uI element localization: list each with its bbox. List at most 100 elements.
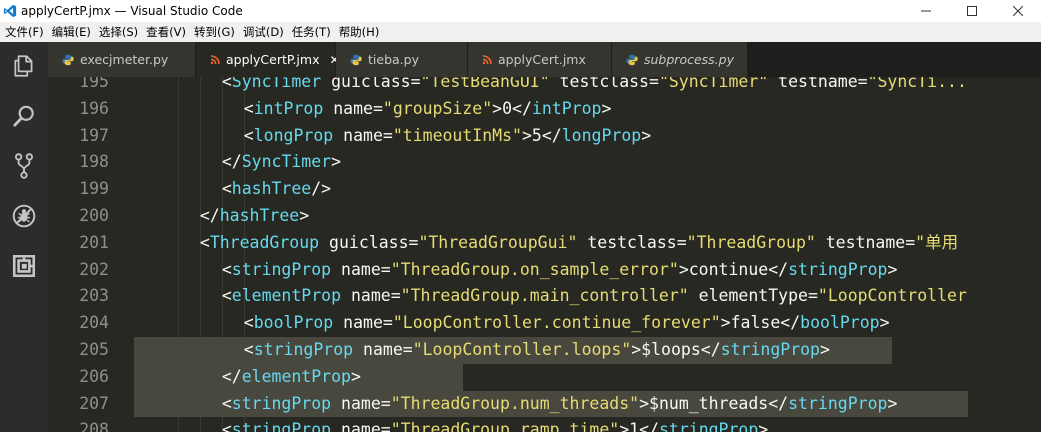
code-token: "timeoutInMs" [392, 125, 522, 145]
menu-item[interactable]: 文件(F) [0, 24, 48, 40]
menu-item[interactable]: 选择(S) [95, 24, 142, 40]
code-line[interactable]: 201 <ThreadGroup guiclass="ThreadGroupGui… [48, 230, 1041, 257]
code-token: </ [512, 98, 532, 118]
code-line[interactable]: 202 <stringProp name="ThreadGroup.on_samp… [48, 257, 1041, 284]
code-text: <stringProp name="ThreadGroup.on_sample_… [222, 257, 898, 284]
code-token: 0 [502, 98, 513, 118]
code-text: <stringProp name="LoopController.loops">… [244, 337, 830, 364]
maximize-button[interactable] [949, 0, 995, 22]
code-editor[interactable]: 195 <SyncTimer guiclass="TestBeanGUI" tes… [48, 77, 1041, 432]
code-token: </ [700, 340, 721, 359]
tab-label: applyCertP.jmx [226, 52, 320, 67]
tab-tieba-py[interactable]: tieba.py [336, 42, 468, 77]
code-token: testname= [815, 232, 916, 252]
vscode-logo-icon [3, 4, 17, 18]
code-token: name= [331, 259, 391, 279]
window-title: applyCertP.jmx — Visual Studio Code [21, 4, 243, 18]
extensions-icon[interactable] [0, 246, 48, 286]
tab-applyCertP-jmx[interactable]: applyCertP.jmx ✕ [196, 42, 340, 77]
code-token: /> [311, 179, 332, 199]
code-token: > [299, 206, 310, 225]
tab-execjmeter-py[interactable]: execjmeter.py [48, 42, 196, 77]
code-token: elementProp [241, 366, 351, 386]
code-token: 5 [531, 125, 542, 145]
line-number: 207 [79, 393, 109, 413]
menu-item[interactable]: 转到(G) [190, 24, 239, 40]
code-line[interactable]: 208 <stringProp name="ThreadGroup.ramp_ti… [48, 417, 1041, 432]
code-line[interactable]: 197 <longProp name="timeoutInMs">5</longP… [48, 123, 1041, 150]
code-line[interactable]: 196 <intProp name="groupSize">0</intProp> [48, 96, 1041, 123]
menu-item[interactable]: 编辑(E) [48, 24, 95, 40]
code-token: < [221, 420, 232, 432]
code-token: intProp [531, 98, 602, 118]
code-token: 1 [629, 420, 640, 432]
line-number: 202 [79, 259, 109, 279]
code-token: "groupSize" [382, 98, 493, 118]
tab-applyCert-jmx[interactable]: applyCert.jmx [468, 42, 612, 77]
minimize-button[interactable] [903, 0, 949, 22]
code-token: boolProp [800, 313, 880, 333]
code-token: SyncTimer [241, 152, 332, 172]
code-token: </ [221, 366, 242, 386]
code-text: <hashTree/> [222, 176, 331, 203]
line-number: 198 [79, 152, 109, 172]
code-line[interactable]: 204 <boolProp name="LoopController.contin… [48, 310, 1041, 337]
code-token: < [221, 179, 232, 199]
search-icon[interactable] [0, 96, 48, 136]
code-token: name= [331, 393, 391, 413]
code-token: stringProp [231, 259, 332, 279]
code-token: name= [331, 420, 391, 432]
code-token: "LoopController.loops" [412, 340, 632, 359]
code-token: name= [323, 98, 383, 118]
line-number: 199 [79, 179, 109, 199]
python-file-icon [626, 54, 638, 66]
line-number: 200 [79, 206, 109, 225]
menu-item[interactable]: 调试(D) [239, 24, 288, 40]
tab-bar: execjmeter.py applyCertP.jmx ✕ tieba.py appl… [48, 42, 1041, 77]
debug-icon[interactable] [0, 196, 48, 236]
source-control-icon[interactable] [0, 146, 48, 186]
code-token: continue [688, 259, 769, 279]
code-line[interactable]: 199 <hashTree/> [48, 176, 1041, 203]
maximize-icon [967, 6, 977, 16]
code-line[interactable]: 198 </SyncTimer> [48, 149, 1041, 176]
code-text: <ThreadGroup guiclass="ThreadGroupGui" t… [200, 230, 958, 257]
menu-bar: 文件(F) 编辑(E) 选择(S) 查看(V) 转到(G) 调试(D) 任务(T) 帮助(H) [0, 22, 1041, 42]
tab-subprocess-py[interactable]: subprocess.py [612, 42, 748, 77]
code-token: SyncTimer [231, 77, 322, 91]
code-token: "ThreadGroup.on_sample_error" [390, 259, 679, 279]
code-token: "TestBeanGUI" [420, 77, 550, 91]
window-controls [903, 0, 1041, 22]
code-token: testclass= [577, 232, 687, 252]
code-token: hashTree [219, 206, 300, 225]
code-line[interactable]: 203 <elementProp name="ThreadGroup.main_c… [48, 283, 1041, 310]
code-line[interactable]: 200 </hashTree> [48, 203, 1041, 230]
close-window-button[interactable] [995, 0, 1041, 22]
code-line[interactable]: 207 <stringProp name="ThreadGroup.num_thr… [48, 391, 1041, 418]
code-token: "ThreadGroup" [686, 232, 816, 252]
line-number: 206 [79, 366, 109, 386]
tab-label: execjmeter.py [80, 52, 169, 67]
activity-bar [0, 42, 48, 432]
code-token: > [887, 259, 898, 279]
code-token: guiclass= [321, 77, 421, 91]
line-number: 203 [79, 286, 109, 306]
code-line[interactable]: 195 <SyncTimer guiclass="TestBeanGUI" tes… [48, 77, 1041, 96]
tab-label: applyCert.jmx [498, 52, 586, 67]
explorer-icon[interactable] [0, 46, 48, 86]
code-token: </ [780, 313, 801, 333]
code-token: > [720, 313, 731, 333]
code-line[interactable]: 205 <stringProp name="LoopController.loop… [48, 337, 1041, 364]
code-token: > [601, 98, 612, 118]
menu-item[interactable]: 任务(T) [288, 24, 335, 40]
code-token: > [879, 313, 890, 333]
menu-item[interactable]: 查看(V) [142, 24, 190, 40]
code-token: "单用 [915, 232, 959, 252]
code-token: "ThreadGroup.main_controller" [400, 286, 689, 306]
code-token: stringProp [231, 393, 332, 413]
code-token: stringProp [788, 259, 888, 279]
code-token: > [521, 125, 532, 145]
code-line[interactable]: 206 </elementProp> [48, 364, 1041, 391]
menu-item[interactable]: 帮助(H) [335, 24, 384, 40]
python-file-icon [350, 54, 362, 66]
